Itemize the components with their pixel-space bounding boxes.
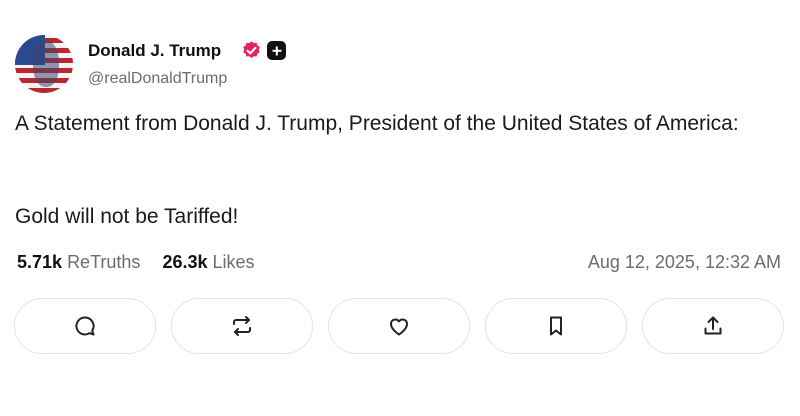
reply-button[interactable] (14, 298, 156, 354)
retruth-button[interactable] (171, 298, 313, 354)
post-timestamp[interactable]: Aug 12, 2025, 12:32 AM (588, 252, 781, 273)
author-handle[interactable]: @realDonaldTrump (88, 70, 227, 88)
avatar[interactable] (15, 35, 73, 93)
retruths-label[interactable]: ReTruths (67, 252, 140, 272)
post-text-second: Gold will not be Tariffed! (15, 205, 239, 228)
post-stats: 5.71k ReTruths 26.3k Likes (17, 252, 255, 273)
reply-icon (75, 316, 95, 336)
likes-count[interactable]: 26.3k (162, 252, 207, 272)
action-bar (14, 298, 786, 356)
like-button[interactable] (328, 298, 470, 354)
likes-label[interactable]: Likes (213, 252, 255, 272)
bookmark-icon (550, 316, 562, 336)
subscribe-plus-icon[interactable] (267, 41, 286, 60)
avatar-face (33, 41, 59, 87)
share-icon (704, 316, 722, 335)
share-button[interactable] (642, 298, 784, 354)
retruths-count[interactable]: 5.71k (17, 252, 62, 272)
bookmark-button[interactable] (485, 298, 627, 354)
like-icon (390, 318, 408, 336)
post-card: Donald J. Trump @realDonaldTrump A State… (0, 0, 800, 416)
post-text: A Statement from Donald J. Trump, Presid… (15, 112, 739, 135)
author-name[interactable]: Donald J. Trump (88, 41, 221, 61)
verified-badge-icon (243, 41, 260, 58)
retruth-icon (233, 316, 251, 336)
